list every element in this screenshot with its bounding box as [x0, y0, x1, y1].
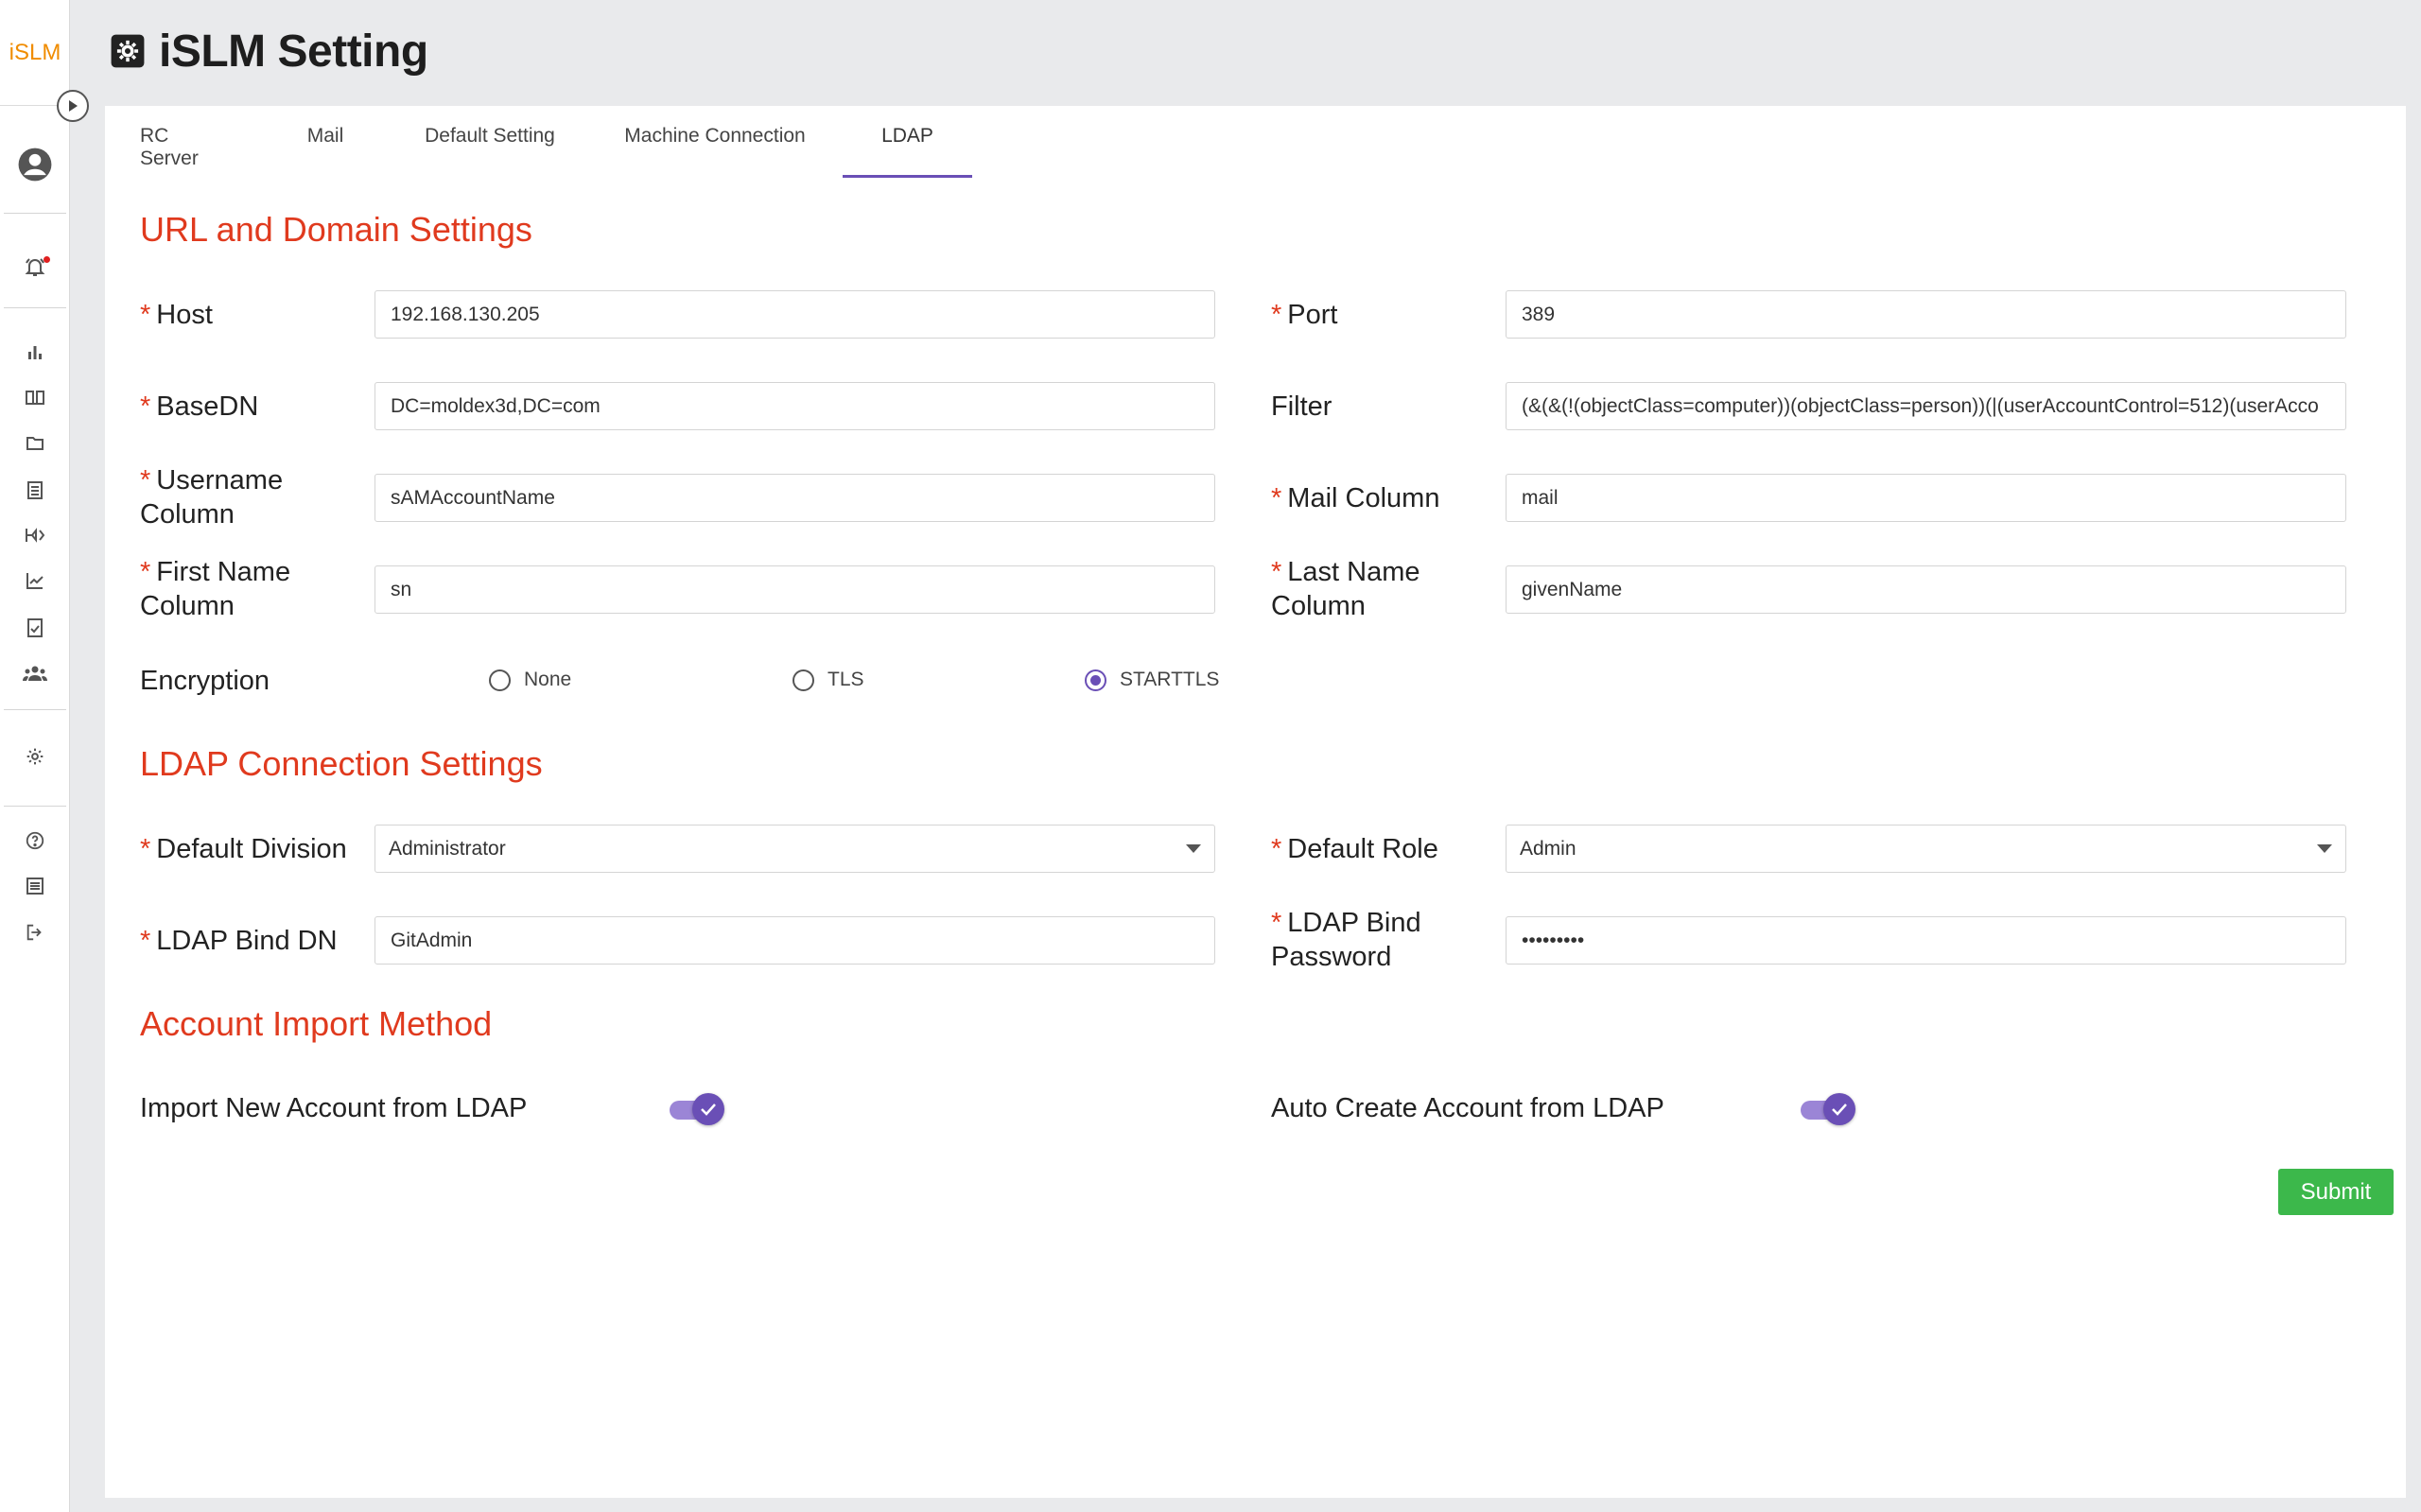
ldap-bind-dn-input[interactable] [374, 916, 1215, 965]
chevron-down-icon [1186, 844, 1201, 853]
basedn-input[interactable] [374, 382, 1215, 430]
auto-create-account-label: Auto Create Account from LDAP [1271, 1093, 1664, 1123]
required-marker: * [1271, 557, 1282, 587]
page-title: iSLM Setting [159, 26, 428, 77]
app-logo[interactable]: iSLM [0, 0, 70, 106]
username-column-input[interactable] [374, 474, 1215, 522]
default-division-label: * Default Division [140, 834, 347, 864]
encryption-option-none[interactable]: None [489, 669, 571, 691]
username-column-label: * Username Column [140, 465, 284, 530]
check-icon [692, 1093, 724, 1125]
tab-mail[interactable]: Mail [305, 125, 345, 178]
folder-icon[interactable] [0, 435, 70, 452]
settings-card: RC Server Mail Default Setting Machine C… [105, 106, 2406, 1498]
required-marker: * [140, 557, 151, 587]
host-label: * Host [140, 300, 213, 330]
ldap-bind-password-input[interactable] [1506, 916, 2346, 965]
bell-icon[interactable] [0, 255, 70, 278]
help-icon[interactable] [0, 830, 70, 851]
last-name-column-label: * Last Name Column [1271, 557, 1420, 621]
sidebar: iSLM [0, 0, 70, 1512]
sidebar-toggle-button[interactable] [57, 90, 89, 122]
first-name-column-label: * First Name Column [140, 557, 291, 621]
submit-button[interactable]: Submit [2278, 1169, 2394, 1215]
team-icon[interactable] [0, 664, 70, 683]
import-new-account-label: Import New Account from LDAP [140, 1093, 528, 1123]
notification-dot [44, 256, 50, 263]
default-role-select[interactable]: Admin [1506, 825, 2346, 873]
filter-input[interactable] [1506, 382, 2346, 430]
required-marker: * [140, 300, 151, 330]
mail-column-label: * Mail Column [1271, 483, 1440, 513]
section-url-domain-title: URL and Domain Settings [140, 210, 532, 249]
check-icon [1823, 1093, 1855, 1125]
tab-rc-server[interactable]: RC Server [140, 125, 229, 178]
bar-chart-icon[interactable] [0, 342, 70, 361]
chevron-down-icon [2317, 844, 2332, 853]
port-input[interactable] [1506, 290, 2346, 339]
ldap-bind-password-label: * LDAP Bind Password [1271, 908, 1421, 972]
required-marker: * [1271, 300, 1282, 330]
tab-ldap[interactable]: LDAP [843, 125, 972, 178]
logout-icon[interactable] [0, 922, 70, 943]
required-marker: * [1271, 483, 1282, 513]
tab-machine-connection[interactable]: Machine Connection [624, 125, 806, 178]
default-role-label: * Default Role [1271, 834, 1438, 864]
basedn-label: * BaseDN [140, 391, 259, 422]
required-marker: * [140, 391, 151, 422]
ldap-bind-dn-label: * LDAP Bind DN [140, 926, 338, 956]
radio-button-selected[interactable] [1085, 669, 1106, 691]
tab-bar: RC Server Mail Default Setting Machine C… [105, 106, 2406, 178]
play-icon [69, 100, 78, 112]
radio-button[interactable] [792, 669, 814, 691]
mail-column-input[interactable] [1506, 474, 2346, 522]
auto-create-account-toggle[interactable] [1801, 1093, 1855, 1125]
list-icon[interactable] [0, 877, 70, 895]
line-chart-icon[interactable] [0, 571, 70, 590]
checklist-icon[interactable] [0, 617, 70, 638]
user-icon[interactable] [0, 147, 70, 182]
book-icon[interactable] [0, 388, 70, 407]
default-division-select[interactable]: Administrator [374, 825, 1215, 873]
first-name-column-input[interactable] [374, 565, 1215, 614]
required-marker: * [1271, 908, 1282, 938]
port-label: * Port [1271, 300, 1338, 330]
machine-icon[interactable] [0, 526, 70, 545]
required-marker: * [140, 465, 151, 495]
section-account-import-title: Account Import Method [140, 1004, 493, 1043]
encryption-option-starttls[interactable]: STARTTLS [1085, 669, 1219, 691]
required-marker: * [140, 926, 151, 956]
import-new-account-toggle[interactable] [670, 1093, 724, 1125]
settings-box-icon [111, 34, 145, 68]
section-ldap-connection-title: LDAP Connection Settings [140, 744, 543, 783]
clipboard-icon[interactable] [0, 479, 70, 500]
required-marker: * [140, 834, 151, 864]
host-input[interactable] [374, 290, 1215, 339]
encryption-option-tls[interactable]: TLS [792, 669, 864, 691]
last-name-column-input[interactable] [1506, 565, 2346, 614]
filter-label: Filter [1271, 391, 1332, 422]
tab-default-setting[interactable]: Default Setting [424, 125, 556, 178]
encryption-label: Encryption [140, 666, 270, 696]
gear-icon[interactable] [0, 747, 70, 766]
page-header: iSLM Setting [110, 23, 428, 79]
radio-button[interactable] [489, 669, 511, 691]
required-marker: * [1271, 834, 1282, 864]
